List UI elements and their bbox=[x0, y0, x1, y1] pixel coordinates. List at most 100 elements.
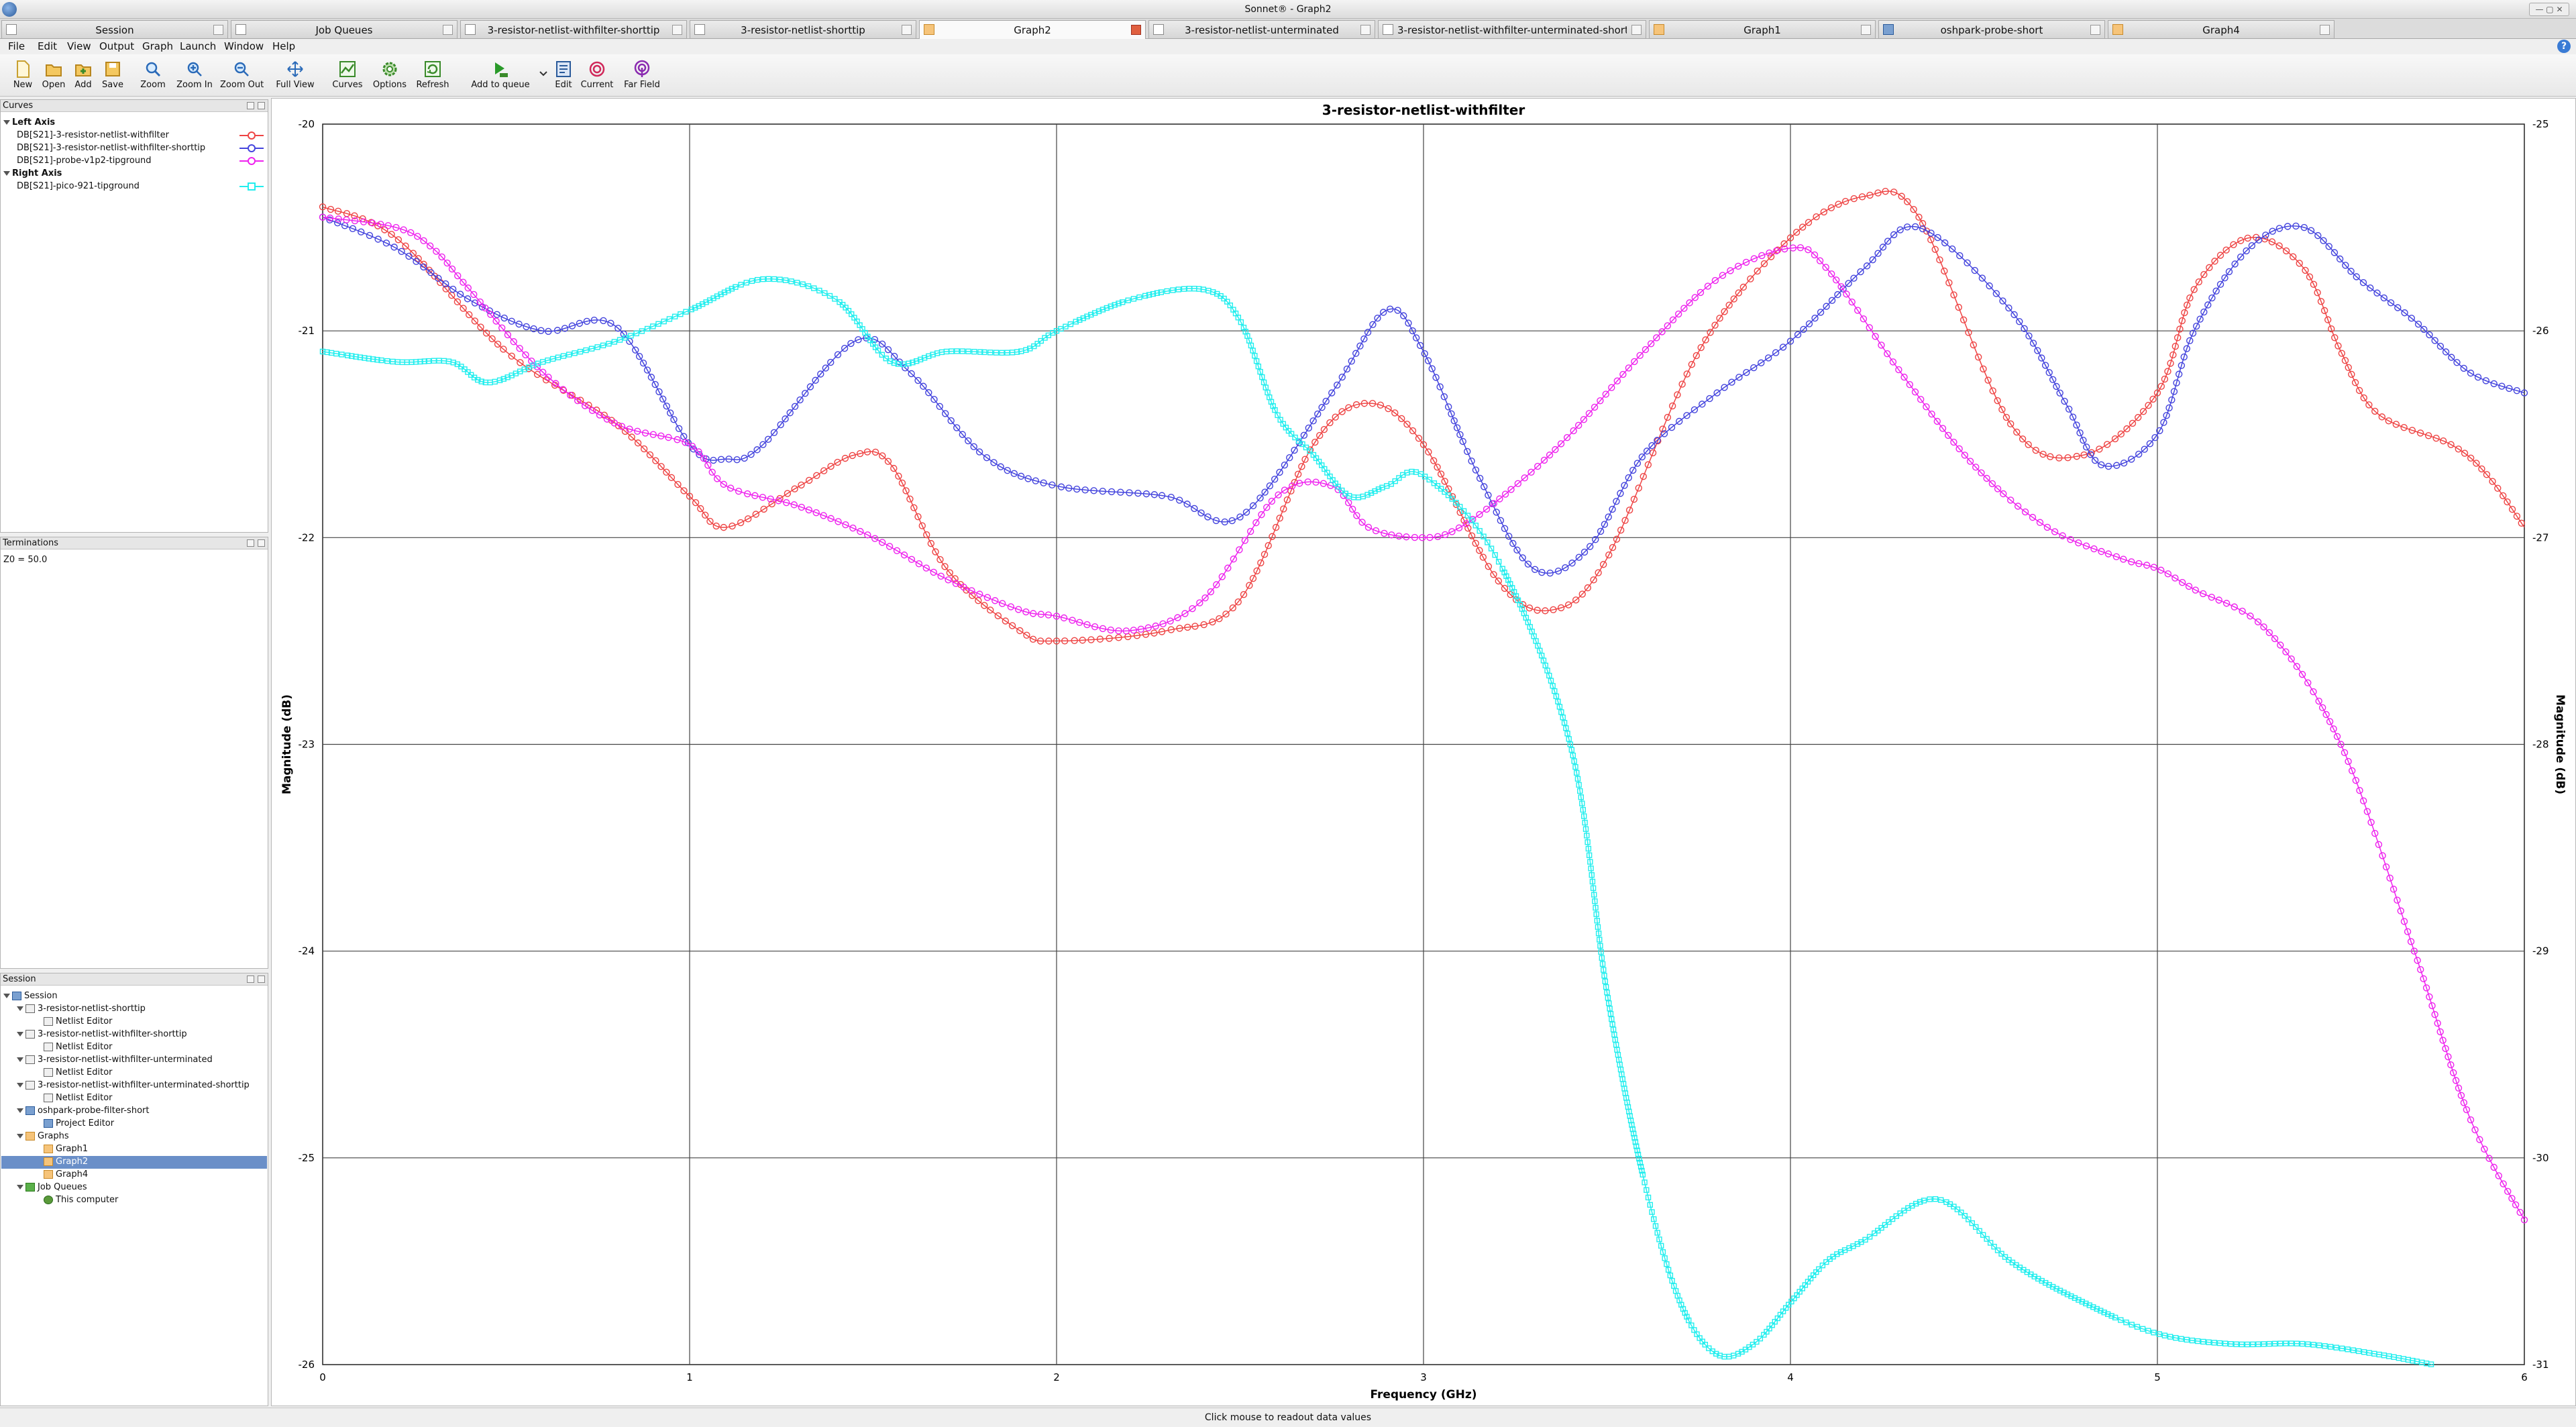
tab-close-icon[interactable] bbox=[672, 25, 682, 35]
gear-icon bbox=[381, 60, 398, 78]
tree-item-session[interactable]: Session bbox=[3, 991, 58, 1001]
netlist-editor-icon bbox=[44, 1094, 53, 1102]
tab-close-icon[interactable] bbox=[1861, 25, 1871, 35]
tree-selection-highlight bbox=[1, 1156, 267, 1169]
tree-item-computer[interactable]: This computer bbox=[44, 1195, 118, 1205]
y-tick-label-left: -23 bbox=[299, 739, 315, 751]
panel-close-icon[interactable] bbox=[258, 539, 265, 547]
window-controls[interactable]: — ▢ ✕ bbox=[2529, 3, 2569, 16]
tab-close-icon[interactable] bbox=[213, 25, 223, 35]
tree-item-project[interactable]: 3-resistor-netlist-withfilter-shorttip bbox=[17, 1029, 187, 1039]
tree-item-graph-selected[interactable]: Graph2 bbox=[44, 1157, 88, 1167]
add-button[interactable]: Add bbox=[70, 60, 97, 95]
curve-item[interactable]: DB[S21]-pico-921-tipground bbox=[17, 181, 140, 191]
current-button[interactable]: Current bbox=[578, 60, 616, 95]
curve-item[interactable]: DB[S21]-probe-v1p2-tipground bbox=[17, 156, 152, 166]
help-icon[interactable]: ? bbox=[2557, 40, 2571, 53]
tab-job-queues[interactable]: Job Queues bbox=[231, 20, 458, 38]
add-to-queue-icon bbox=[492, 60, 509, 78]
status-bar: Click mouse to readout data values bbox=[0, 1408, 2576, 1427]
tab-netlist-unterminated[interactable]: 3-resistor-netlist-unterminated bbox=[1148, 20, 1375, 38]
netlist-icon bbox=[465, 24, 476, 35]
left-axis-group[interactable]: Left Axis bbox=[3, 117, 55, 127]
tab-oshpark-probe-short[interactable]: oshpark-probe-short bbox=[1878, 20, 2105, 38]
tab-close-icon[interactable] bbox=[902, 25, 912, 35]
menu-graph[interactable]: Graph bbox=[142, 40, 173, 52]
curve-item[interactable]: DB[S21]-3-resistor-netlist-withfilter-sh… bbox=[17, 143, 205, 153]
graph-icon bbox=[44, 1157, 53, 1166]
tab-graph4[interactable]: Graph4 bbox=[2108, 20, 2334, 38]
menu-output[interactable]: Output bbox=[99, 40, 134, 52]
full-view-button[interactable]: Full View bbox=[274, 60, 317, 95]
menu-edit[interactable]: Edit bbox=[38, 40, 57, 52]
far-field-button[interactable]: Far Field bbox=[620, 60, 664, 95]
tree-item-graphs[interactable]: Graphs bbox=[17, 1131, 69, 1141]
curves-button[interactable]: Curves bbox=[329, 60, 366, 95]
tree-item-graph[interactable]: Graph4 bbox=[44, 1169, 88, 1179]
refresh-button[interactable]: Refresh bbox=[412, 60, 453, 95]
current-icon bbox=[588, 60, 606, 78]
add-to-queue-dropdown[interactable] bbox=[535, 60, 551, 95]
tree-item-graph[interactable]: Graph1 bbox=[44, 1144, 88, 1154]
y-tick-label-right: -25 bbox=[2532, 118, 2549, 130]
y-tick-label-left: -20 bbox=[299, 118, 315, 130]
right-axis-group[interactable]: Right Axis bbox=[3, 168, 62, 178]
tab-close-icon[interactable] bbox=[2320, 25, 2330, 35]
tree-item-project[interactable]: 3-resistor-netlist-withfilter-unterminat… bbox=[17, 1055, 213, 1065]
zoom-icon bbox=[144, 60, 162, 78]
options-button[interactable]: Options bbox=[370, 60, 409, 95]
edit-button[interactable]: Edit bbox=[550, 60, 577, 95]
tree-item-job-queues[interactable]: Job Queues bbox=[17, 1182, 87, 1192]
expand-triangle-icon bbox=[17, 1108, 23, 1113]
open-button[interactable]: Open bbox=[39, 60, 68, 95]
tree-item-project[interactable]: oshpark-probe-filter-short bbox=[17, 1106, 149, 1116]
menu-help[interactable]: Help bbox=[272, 40, 295, 52]
x-tick-label: 6 bbox=[2521, 1371, 2528, 1383]
new-button[interactable]: New bbox=[9, 60, 36, 95]
panel-float-icon[interactable] bbox=[247, 975, 254, 983]
new-file-icon bbox=[14, 60, 32, 78]
graph-area[interactable]: 0 1 2 3 4 5 6 -20 -25 -21 -26 -22 -27 -23 -28 -24 -29 -25… bbox=[271, 98, 2576, 1406]
tab-graph2[interactable]: Graph2 bbox=[919, 20, 1146, 39]
panel-close-icon[interactable] bbox=[258, 975, 265, 983]
panel-close-icon[interactable] bbox=[258, 102, 265, 109]
tree-item-project[interactable]: 3-resistor-netlist-withfilter-unterminat… bbox=[17, 1080, 250, 1090]
curves-panel: Curves Left Axis DB[S21]-3-resistor-netl… bbox=[0, 99, 268, 533]
tab-netlist-shorttip[interactable]: 3-resistor-netlist-shorttip bbox=[690, 20, 916, 38]
tab-graph1[interactable]: Graph1 bbox=[1649, 20, 1876, 38]
tab-close-icon[interactable] bbox=[1631, 25, 1642, 35]
zoom-button[interactable]: Zoom bbox=[138, 60, 168, 95]
tree-item-editor[interactable]: Project Editor bbox=[44, 1118, 114, 1128]
tree-item-editor[interactable]: Netlist Editor bbox=[44, 1093, 113, 1103]
expand-triangle-icon bbox=[3, 171, 10, 176]
tab-close-icon[interactable] bbox=[1131, 25, 1141, 35]
netlist-icon bbox=[694, 24, 705, 35]
graph-icon bbox=[44, 1170, 53, 1179]
graph-icon bbox=[44, 1145, 53, 1153]
add-to-queue-button[interactable]: Add to queue bbox=[467, 60, 534, 95]
tab-netlist-withfilter-unterminated-shorttip[interactable]: 3-resistor-netlist-withfilter-unterminat… bbox=[1378, 20, 1646, 38]
expand-triangle-icon bbox=[17, 1134, 23, 1139]
menu-window[interactable]: Window bbox=[224, 40, 264, 52]
check-circle-icon bbox=[44, 1196, 53, 1204]
tree-item-editor[interactable]: Netlist Editor bbox=[44, 1016, 113, 1026]
menu-launch[interactable]: Launch bbox=[180, 40, 216, 52]
panel-float-icon[interactable] bbox=[247, 102, 254, 109]
tab-netlist-withfilter-shorttip[interactable]: 3-resistor-netlist-withfilter-shorttip bbox=[460, 20, 687, 38]
curve-item[interactable]: DB[S21]-3-resistor-netlist-withfilter bbox=[17, 130, 169, 140]
y-tick-label-left: -25 bbox=[299, 1152, 315, 1164]
tree-item-project[interactable]: 3-resistor-netlist-shorttip bbox=[17, 1004, 146, 1014]
zoom-out-button[interactable]: Zoom Out bbox=[220, 60, 264, 95]
tab-close-icon[interactable] bbox=[2090, 25, 2100, 35]
menu-file[interactable]: File bbox=[8, 40, 25, 52]
zoom-in-button[interactable]: Zoom In bbox=[176, 60, 213, 95]
menu-view[interactable]: View bbox=[67, 40, 91, 52]
tree-item-editor[interactable]: Netlist Editor bbox=[44, 1067, 113, 1077]
tab-close-icon[interactable] bbox=[443, 25, 453, 35]
tab-session[interactable]: Session bbox=[1, 20, 228, 38]
tree-item-editor[interactable]: Netlist Editor bbox=[44, 1042, 113, 1052]
s21-chart[interactable]: 0 1 2 3 4 5 6 -20 -25 -21 -26 -22 -27 -23 -28 -24 -29 -25… bbox=[272, 99, 2575, 1406]
panel-float-icon[interactable] bbox=[247, 539, 254, 547]
save-button[interactable]: Save bbox=[98, 60, 127, 95]
tab-close-icon[interactable] bbox=[1360, 25, 1371, 35]
